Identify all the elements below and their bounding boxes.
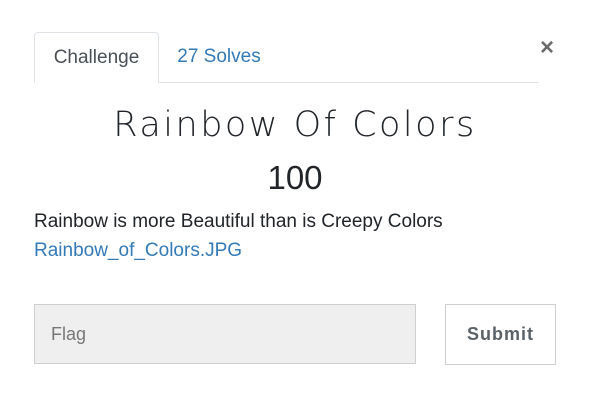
tab-solves[interactable]: 27 Solves	[164, 32, 274, 82]
challenge-name: Rainbow Of Colors	[113, 105, 477, 145]
challenge-file-link[interactable]: Rainbow_of_Colors.JPG	[34, 237, 242, 265]
flag-input[interactable]	[34, 304, 416, 364]
challenge-description: Rainbow is more Beautiful than is Creepy…	[34, 211, 443, 232]
challenge-modal: Challenge 27 Solves × Rainbow Of Colors …	[0, 0, 592, 416]
close-icon[interactable]: ×	[537, 36, 557, 60]
challenge-value: 100	[267, 159, 323, 196]
tab-challenge[interactable]: Challenge	[34, 32, 159, 83]
submit-button[interactable]: Submit	[445, 304, 556, 365]
challenge-tabs: Challenge 27 Solves	[34, 32, 539, 83]
